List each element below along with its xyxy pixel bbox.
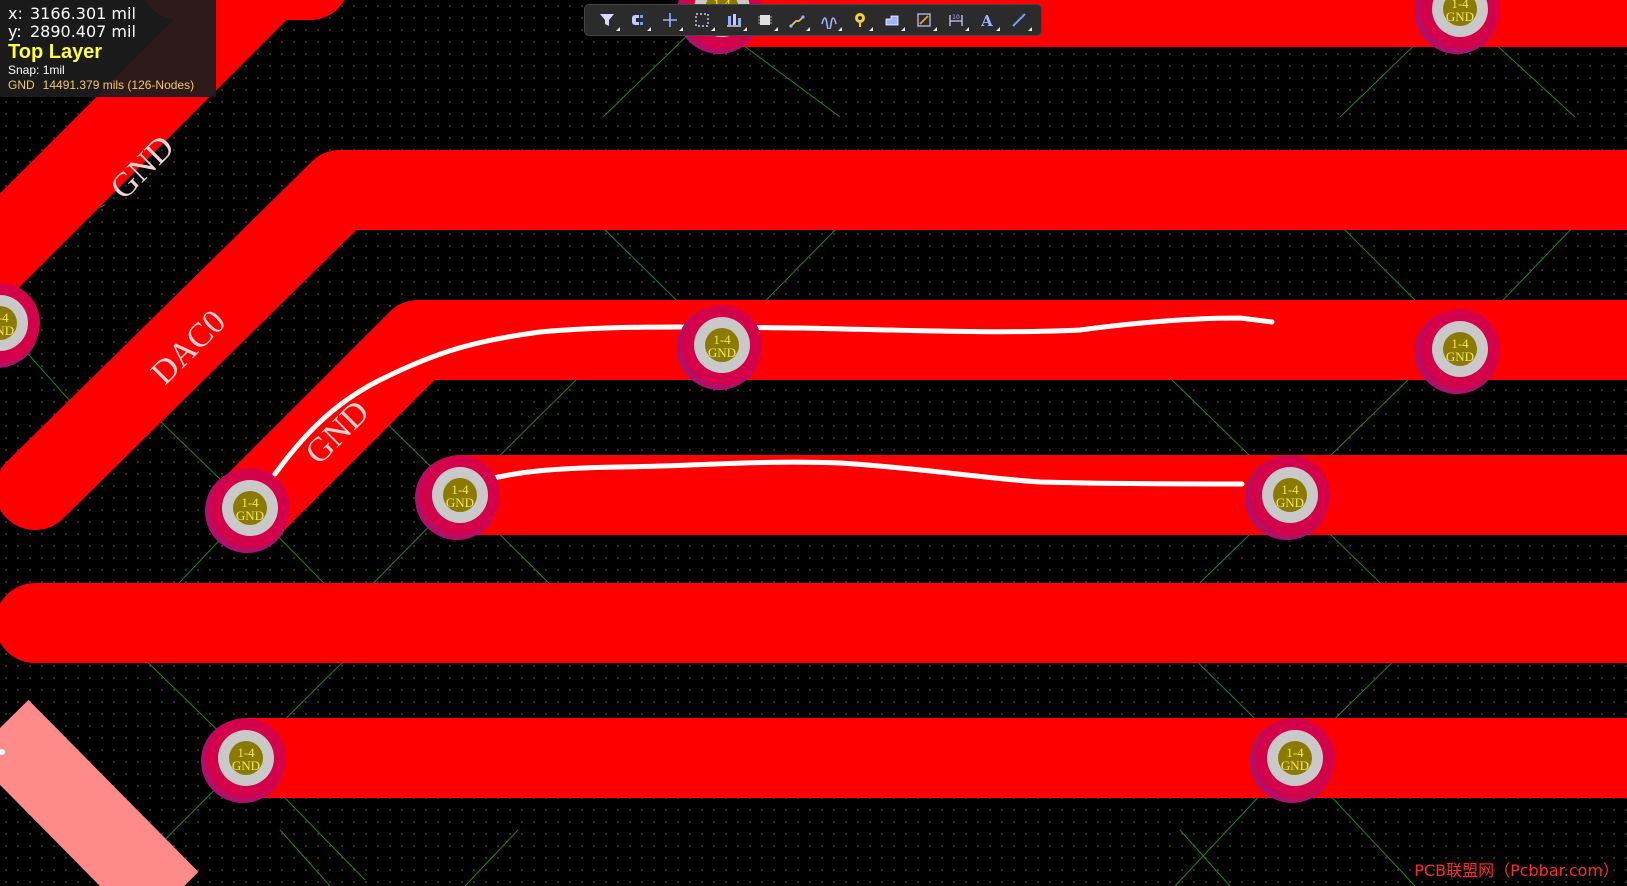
filter-icon (599, 14, 614, 26)
svg-text:A: A (981, 12, 994, 29)
dimension-button[interactable]: 10 (940, 6, 972, 34)
component-button[interactable] (750, 6, 782, 34)
line-icon (1012, 13, 1026, 27)
place-pad-button[interactable] (908, 6, 940, 34)
x-value: 3166.301 mil (30, 4, 136, 23)
net-name: GND (8, 78, 35, 92)
y-coordinate: y: 2890.407 mil (8, 24, 216, 40)
x-coordinate: x: 3166.301 mil (8, 6, 216, 22)
align-button[interactable] (718, 6, 750, 34)
trace-selected[interactable] (0, 699, 199, 886)
dimension-icon: 10 (949, 14, 963, 26)
place-via-icon (854, 13, 865, 27)
svg-text:10: 10 (952, 14, 960, 21)
crosshair-button[interactable] (654, 6, 686, 34)
via-net-label: GND (236, 508, 264, 523)
polygon-pour-button[interactable] (876, 6, 908, 34)
net-length: 14491.379 mils (126-Nodes) (42, 78, 195, 92)
polygon-pour-icon (885, 15, 899, 26)
y-label: y: (8, 22, 22, 41)
copper-traces[interactable] (0, 0, 1627, 798)
component-icon (758, 15, 773, 25)
interactive-tune-icon (821, 17, 837, 29)
interactive-tune-button[interactable] (813, 6, 845, 34)
route-icon (789, 15, 805, 28)
via-net-label: GND (1446, 349, 1474, 364)
via-net-label: GND (1276, 495, 1304, 510)
text-icon: A (981, 12, 994, 29)
via-net-label: GND (1446, 9, 1474, 24)
place-pad-icon (917, 13, 931, 27)
x-label: x: (8, 4, 23, 23)
y-value: 2890.407 mil (30, 22, 136, 41)
via-net-label: GND (708, 345, 736, 360)
via-pad[interactable]: 1-4GND (0, 283, 40, 368)
net-info: GND 14491.379 mils (126-Nodes) (8, 79, 216, 91)
active-bar-toolbar: 10 A (584, 4, 1042, 36)
via-net-label: GND (0, 323, 14, 338)
place-via-button[interactable] (845, 6, 877, 34)
filter-button[interactable] (591, 6, 623, 34)
line-button[interactable] (1003, 6, 1035, 34)
vias[interactable]: 1-4GND1-4GND1-4GND1-4GND1-4GND1-4GND1-4G… (0, 0, 1500, 803)
snap-value: Snap: 1mil (8, 63, 65, 77)
select-rectangle-button[interactable] (686, 6, 718, 34)
pcb-board[interactable]: GND DAC0 GND 1-4GND1-4GND1-4GND1-4GND1-4… (0, 0, 1627, 886)
via-pad[interactable]: 1-4GND (205, 468, 290, 553)
cursor-info-panel: x: 3166.301 mil y: 2890.407 mil Top Layer … (0, 0, 216, 97)
snap-magnet-icon (631, 15, 643, 25)
via-net-label: GND (1281, 758, 1309, 773)
via-net-label: GND (232, 758, 260, 773)
current-layer: Top Layer (8, 41, 103, 63)
route-button[interactable] (781, 6, 813, 34)
crosshair-icon (663, 13, 678, 27)
text-button[interactable]: A (972, 6, 1004, 34)
select-rectangle-icon (695, 13, 709, 27)
align-icon (726, 14, 741, 27)
snap-magnet-button[interactable] (623, 6, 655, 34)
via-net-label: GND (446, 495, 474, 510)
watermark: PCB联盟网（Pcbbar.com） (1414, 861, 1619, 880)
